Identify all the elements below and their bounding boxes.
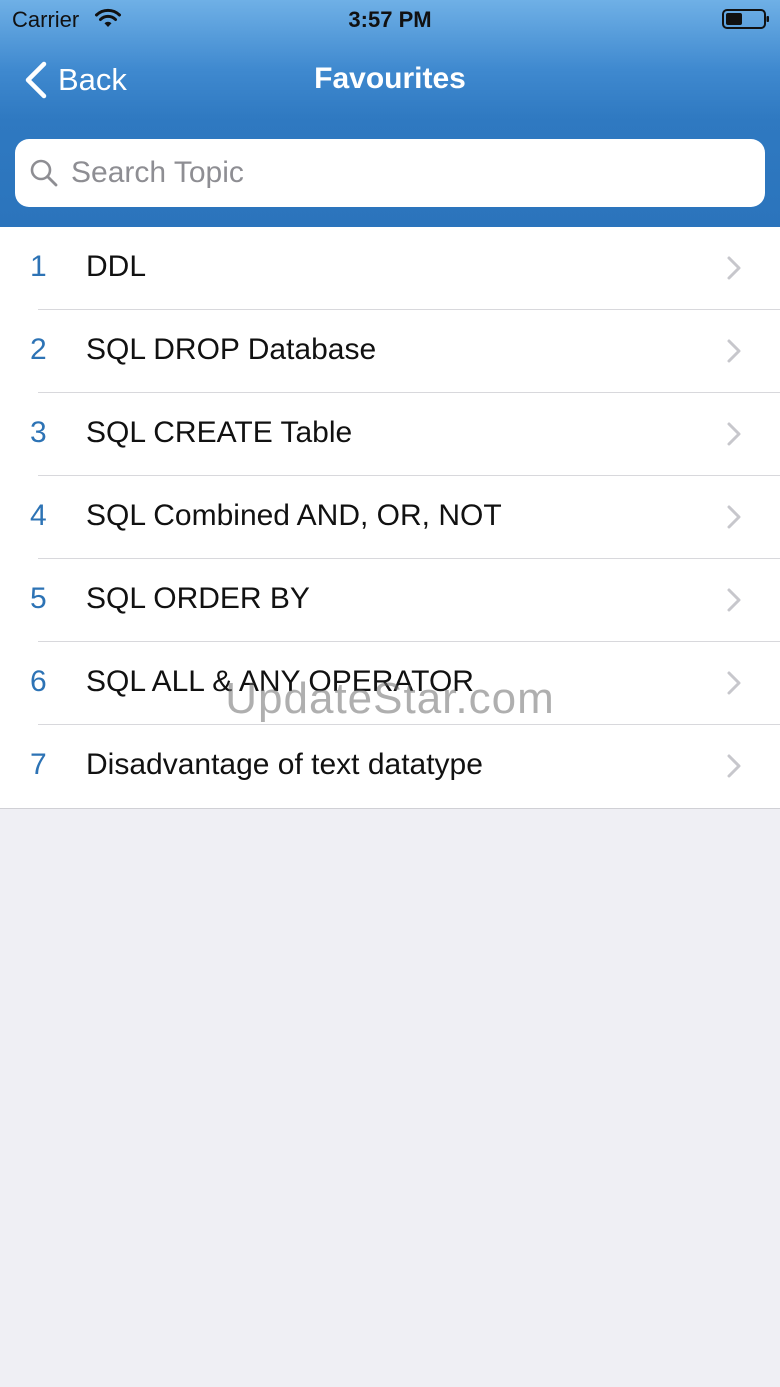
item-number: 3 — [30, 416, 47, 449]
list-item[interactable]: 7 Disadvantage of text datatype — [0, 725, 780, 808]
chevron-right-icon — [727, 754, 741, 778]
item-title: SQL Combined AND, OR, NOT — [86, 499, 502, 532]
chevron-right-icon — [727, 422, 741, 446]
chevron-right-icon — [727, 671, 741, 695]
search-input[interactable] — [71, 147, 751, 199]
list-item[interactable]: 1 DDL — [0, 227, 780, 310]
item-title: SQL ORDER BY — [86, 582, 310, 615]
chevron-right-icon — [727, 339, 741, 363]
list-item[interactable]: 6 SQL ALL & ANY OPERATOR — [0, 642, 780, 725]
search-icon — [30, 159, 58, 187]
search-bar[interactable] — [15, 139, 765, 207]
list-item[interactable]: 2 SQL DROP Database — [0, 310, 780, 393]
status-time: 3:57 PM — [348, 7, 432, 32]
item-number: 4 — [30, 499, 47, 532]
battery-icon — [722, 9, 769, 29]
status-bar: Carrier 3:57 PM — [0, 0, 780, 40]
list-item[interactable]: 3 SQL CREATE Table — [0, 393, 780, 476]
item-number: 7 — [30, 748, 47, 781]
list-item[interactable]: 4 SQL Combined AND, OR, NOT — [0, 476, 780, 559]
item-title: SQL CREATE Table — [86, 416, 353, 449]
item-title: SQL ALL & ANY OPERATOR — [86, 665, 474, 698]
item-number: 5 — [30, 582, 47, 615]
item-number: 6 — [30, 665, 47, 698]
item-title: SQL DROP Database — [86, 333, 377, 366]
header: Carrier 3:57 PM Back Favourites — [0, 0, 780, 227]
chevron-right-icon — [727, 256, 741, 280]
item-title: DDL — [86, 250, 147, 283]
chevron-right-icon — [727, 505, 741, 529]
item-number: 2 — [30, 333, 47, 366]
item-number: 1 — [30, 250, 47, 283]
list-item[interactable]: 5 SQL ORDER BY — [0, 559, 780, 642]
navigation-bar: Back Favourites — [0, 44, 780, 124]
favourites-list: 1 DDL 2 SQL DROP Database 3 SQL CREATE Table 4… — [0, 227, 780, 809]
item-title: Disadvantage of text datatype — [86, 748, 483, 781]
page-title: Favourites — [314, 62, 466, 95]
chevron-right-icon — [727, 588, 741, 612]
